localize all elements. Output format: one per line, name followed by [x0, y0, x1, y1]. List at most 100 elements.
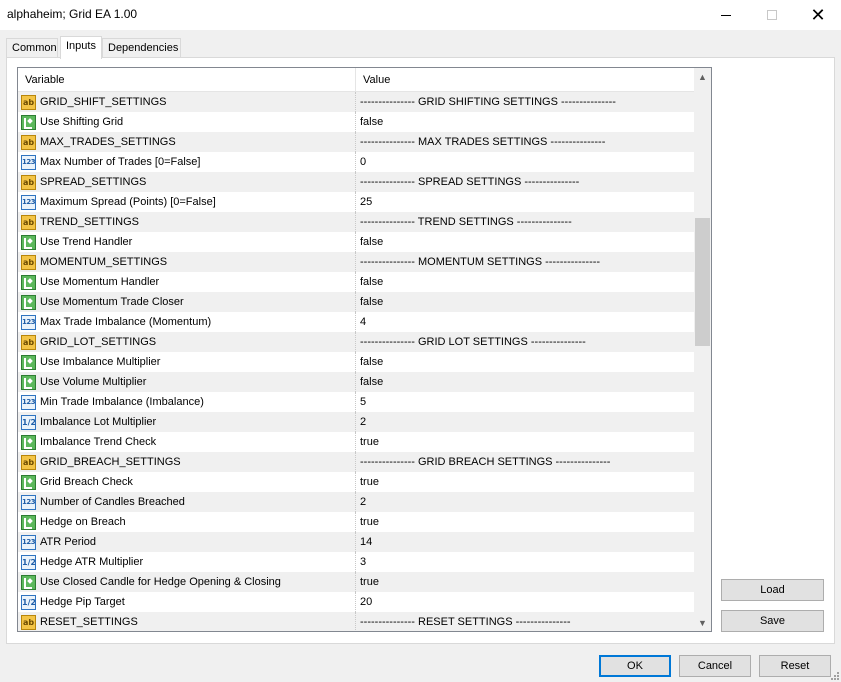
value-cell[interactable]: true: [356, 572, 694, 592]
table-row[interactable]: Use Volume Multiplier false: [18, 372, 694, 392]
scroll-down-button[interactable]: ▼: [694, 614, 711, 631]
table-row[interactable]: 123 Min Trade Imbalance (Imbalance) 5: [18, 392, 694, 412]
value-cell[interactable]: 2: [356, 412, 694, 432]
table-row[interactable]: ab MAX_TRADES_SETTINGS --------------- MAX…: [18, 132, 694, 152]
variable-cell: 1/2 Imbalance Lot Multiplier: [18, 412, 356, 432]
value-cell[interactable]: false: [356, 232, 694, 252]
cancel-button[interactable]: Cancel: [679, 655, 751, 677]
variable-name: Number of Candles Breached: [40, 496, 185, 508]
variable-name: SPREAD_SETTINGS: [40, 176, 147, 188]
table-row[interactable]: 123 Max Trade Imbalance (Momentum) 4: [18, 312, 694, 332]
variable-cell: Use Imbalance Multiplier: [18, 352, 356, 372]
variable-name: GRID_SHIFT_SETTINGS: [40, 96, 167, 108]
load-button[interactable]: Load: [721, 579, 824, 601]
table-row[interactable]: 123 ATR Period 14: [18, 532, 694, 552]
close-button[interactable]: ✕: [795, 0, 841, 30]
grid-rows: ab GRID_SHIFT_SETTINGS --------------- GRI…: [18, 92, 694, 631]
variable-cell: ab GRID_LOT_SETTINGS: [18, 332, 356, 352]
vertical-scrollbar[interactable]: ▲ ▼: [694, 68, 711, 631]
value-cell[interactable]: --------------- MOMENTUM SETTINGS ------…: [356, 252, 694, 272]
scroll-up-button[interactable]: ▲: [694, 68, 711, 85]
variable-cell: ab RESET_SETTINGS: [18, 612, 356, 631]
table-row[interactable]: ab GRID_BREACH_SETTINGS --------------- GR…: [18, 452, 694, 472]
variable-name: ATR Period: [40, 536, 97, 548]
integer-type-icon: 123: [21, 314, 36, 330]
table-row[interactable]: ab RESET_SETTINGS --------------- RESET SE…: [18, 612, 694, 631]
value-cell[interactable]: true: [356, 472, 694, 492]
column-header-value[interactable]: Value: [356, 68, 694, 92]
string-type-icon: ab: [21, 454, 36, 470]
value-cell[interactable]: false: [356, 272, 694, 292]
table-row[interactable]: ab MOMENTUM_SETTINGS --------------- MOMEN…: [18, 252, 694, 272]
value-cell[interactable]: --------------- SPREAD SETTINGS --------…: [356, 172, 694, 192]
value-cell[interactable]: --------------- TREND SETTINGS ---------…: [356, 212, 694, 232]
value-cell[interactable]: --------------- GRID SHIFTING SETTINGS -…: [356, 92, 694, 112]
resize-grip-icon[interactable]: [829, 670, 839, 680]
value-cell[interactable]: 4: [356, 312, 694, 332]
value-cell[interactable]: --------------- GRID LOT SETTINGS ------…: [356, 332, 694, 352]
reset-button[interactable]: Reset: [759, 655, 831, 677]
table-row[interactable]: ab SPREAD_SETTINGS --------------- SPREAD …: [18, 172, 694, 192]
column-header-variable[interactable]: Variable: [18, 68, 356, 92]
chevron-down-icon: ▼: [698, 617, 707, 628]
value-cell[interactable]: 3: [356, 552, 694, 572]
table-row[interactable]: 1/2 Imbalance Lot Multiplier 2: [18, 412, 694, 432]
value-cell[interactable]: 0: [356, 152, 694, 172]
value-cell[interactable]: 20: [356, 592, 694, 612]
table-row[interactable]: 123 Max Number of Trades [0=False] 0: [18, 152, 694, 172]
value-cell[interactable]: 14: [356, 532, 694, 552]
table-row[interactable]: Use Closed Candle for Hedge Opening & Cl…: [18, 572, 694, 592]
bool-type-icon: [21, 114, 36, 130]
value-cell[interactable]: 2: [356, 492, 694, 512]
value-cell[interactable]: false: [356, 292, 694, 312]
tab-common[interactable]: Common: [6, 38, 58, 58]
minimize-button[interactable]: [703, 0, 749, 30]
variable-name: MOMENTUM_SETTINGS: [40, 256, 168, 268]
ok-button[interactable]: OK: [599, 655, 671, 677]
variable-cell: ab MAX_TRADES_SETTINGS: [18, 132, 356, 152]
table-row[interactable]: Imbalance Trend Check true: [18, 432, 694, 452]
table-row[interactable]: 123 Number of Candles Breached 2: [18, 492, 694, 512]
string-type-icon: ab: [21, 214, 36, 230]
tab-dependencies[interactable]: Dependencies: [102, 38, 181, 58]
variable-name: TREND_SETTINGS: [40, 216, 140, 228]
value-cell[interactable]: --------------- RESET SETTINGS ---------…: [356, 612, 694, 631]
tab-inputs[interactable]: Inputs: [60, 36, 102, 59]
table-row[interactable]: ab GRID_LOT_SETTINGS --------------- GRID …: [18, 332, 694, 352]
value-cell[interactable]: --------------- MAX TRADES SETTINGS ----…: [356, 132, 694, 152]
value-cell[interactable]: true: [356, 432, 694, 452]
table-row[interactable]: Use Momentum Handler false: [18, 272, 694, 292]
table-row[interactable]: ab TREND_SETTINGS --------------- TREND SE…: [18, 212, 694, 232]
value-cell[interactable]: 5: [356, 392, 694, 412]
variable-cell: ab GRID_BREACH_SETTINGS: [18, 452, 356, 472]
table-row[interactable]: Use Trend Handler false: [18, 232, 694, 252]
value-cell[interactable]: --------------- GRID BREACH SETTINGS ---…: [356, 452, 694, 472]
maximize-button[interactable]: [749, 0, 795, 30]
variable-name: GRID_LOT_SETTINGS: [40, 336, 157, 348]
value-cell[interactable]: false: [356, 112, 694, 132]
variable-name: Use Closed Candle for Hedge Opening & Cl…: [40, 576, 281, 588]
value-cell[interactable]: true: [356, 512, 694, 532]
value-cell[interactable]: false: [356, 372, 694, 392]
table-row[interactable]: Use Shifting Grid false: [18, 112, 694, 132]
table-row[interactable]: Hedge on Breach true: [18, 512, 694, 532]
variable-name: Use Volume Multiplier: [40, 376, 147, 388]
table-row[interactable]: ab GRID_SHIFT_SETTINGS --------------- GRI…: [18, 92, 694, 112]
scrollbar-thumb[interactable]: [695, 218, 710, 346]
variable-name: Max Trade Imbalance (Momentum): [40, 316, 212, 328]
variable-cell: Use Momentum Handler: [18, 272, 356, 292]
table-row[interactable]: 123 Maximum Spread (Points) [0=False] 25: [18, 192, 694, 212]
table-row[interactable]: 1/2 Hedge ATR Multiplier 3: [18, 552, 694, 572]
table-row[interactable]: Grid Breach Check true: [18, 472, 694, 492]
table-row[interactable]: Use Imbalance Multiplier false: [18, 352, 694, 372]
window-title: alphaheim; Grid EA 1.00: [7, 7, 138, 21]
value-cell[interactable]: 25: [356, 192, 694, 212]
value-cell[interactable]: false: [356, 352, 694, 372]
save-button[interactable]: Save: [721, 610, 824, 632]
table-row[interactable]: 1/2 Hedge Pip Target 20: [18, 592, 694, 612]
minimize-icon: [721, 14, 731, 16]
variable-name: Grid Breach Check: [40, 476, 133, 488]
bool-type-icon: [21, 514, 36, 530]
variable-name: RESET_SETTINGS: [40, 616, 138, 628]
table-row[interactable]: Use Momentum Trade Closer false: [18, 292, 694, 312]
